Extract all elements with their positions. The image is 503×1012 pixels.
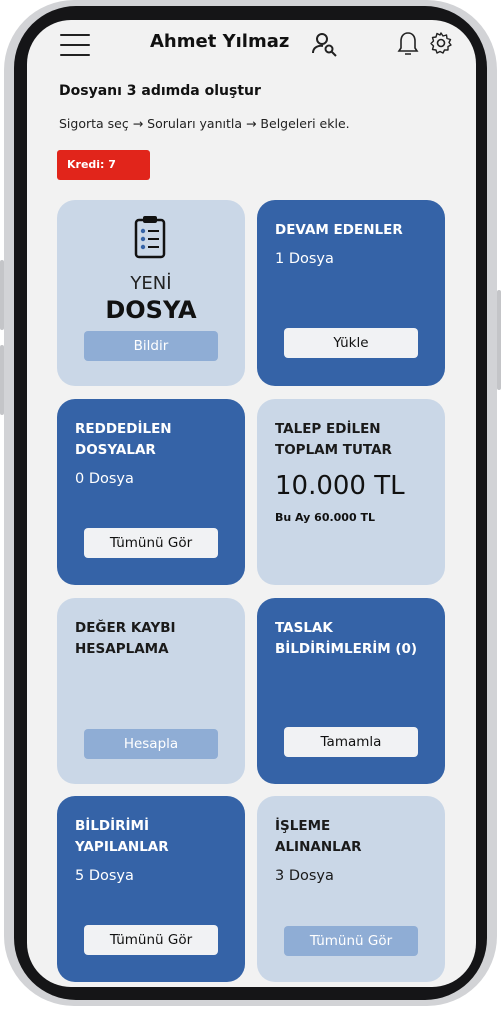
total-claim-card[interactable]: TALEP EDİLEN TOPLAM TUTAR 10.000 TL Bu A…: [257, 399, 445, 585]
reported-title-line1: BİLDİRİMİ: [75, 818, 150, 834]
user-name: Ahmet Yılmaz: [150, 31, 290, 52]
intro-title: Dosyanı 3 adımda oluştur: [59, 83, 261, 99]
drafts-title-line1: TASLAK: [275, 620, 333, 636]
side-button-left-2: [0, 345, 4, 415]
rejected-count: 0 Dosya: [75, 471, 134, 487]
intro-subtitle: Sigorta seç → Soruları yanıtla → Belgele…: [59, 116, 350, 131]
in-progress-card[interactable]: DEVAM EDENLER 1 Dosya Yükle: [257, 200, 445, 386]
total-claim-title-line2: TOPLAM TUTAR: [275, 442, 392, 458]
drafts-card[interactable]: TASLAK BİLDİRİMLERİM (0) Tamamla: [257, 598, 445, 784]
notification-bell-icon[interactable]: [397, 30, 419, 56]
side-button-right: [497, 290, 501, 390]
total-claim-title-line1: TALEP EDİLEN: [275, 421, 381, 437]
reported-count: 5 Dosya: [75, 868, 134, 884]
user-search-icon[interactable]: [311, 31, 339, 57]
credit-badge: Kredi: 7: [57, 150, 150, 180]
processing-title-line2: ALINANLAR: [275, 839, 362, 855]
reported-see-all-button[interactable]: Tümünü Gör: [84, 925, 218, 955]
drafts-title-line2: BİLDİRİMLERİM (0): [275, 641, 418, 657]
value-loss-card[interactable]: DEĞER KAYBI HESAPLAMA Hesapla: [57, 598, 245, 784]
upload-button[interactable]: Yükle: [284, 328, 418, 358]
rejected-title-line2: DOSYALAR: [75, 442, 156, 458]
processing-count: 3 Dosya: [275, 868, 334, 884]
processing-card[interactable]: İŞLEME ALINANLAR 3 Dosya Tümünü Gör: [257, 796, 445, 982]
calculate-button[interactable]: Hesapla: [84, 729, 218, 759]
new-file-label-top: YENİ: [130, 273, 172, 294]
in-progress-count: 1 Dosya: [275, 251, 334, 267]
side-button-left-1: [0, 260, 4, 330]
screen: Ahmet Yılmaz Dosyanı 3 adımda oluştur Si…: [27, 20, 476, 987]
rejected-title-line1: REDDEDİLEN: [75, 421, 172, 437]
reported-card[interactable]: BİLDİRİMİ YAPILANLAR 5 Dosya Tümünü Gör: [57, 796, 245, 982]
report-button[interactable]: Bildir: [84, 331, 218, 361]
processing-title-line1: İŞLEME: [275, 818, 331, 834]
settings-gear-icon[interactable]: [429, 31, 453, 55]
rejected-see-all-button[interactable]: Tümünü Gör: [84, 528, 218, 558]
in-progress-title: DEVAM EDENLER: [275, 222, 403, 238]
new-file-card[interactable]: YENİ DOSYA Bildir: [57, 200, 245, 386]
value-loss-title-line2: HESAPLAMA: [75, 641, 169, 657]
rejected-files-card[interactable]: REDDEDİLEN DOSYALAR 0 Dosya Tümünü Gör: [57, 399, 245, 585]
processing-see-all-button[interactable]: Tümünü Gör: [284, 926, 418, 956]
hamburger-menu-icon[interactable]: [60, 34, 90, 56]
total-claim-amount: 10.000 TL: [275, 471, 405, 501]
monthly-claim-amount: Bu Ay 60.000 TL: [275, 511, 375, 524]
complete-button[interactable]: Tamamla: [284, 727, 418, 757]
value-loss-title-line1: DEĞER KAYBI: [75, 620, 176, 636]
reported-title-line2: YAPILANLAR: [75, 839, 169, 855]
app-header: Ahmet Yılmaz: [27, 20, 476, 70]
new-file-label-bottom: DOSYA: [105, 296, 197, 324]
clipboard-icon: [134, 216, 166, 259]
